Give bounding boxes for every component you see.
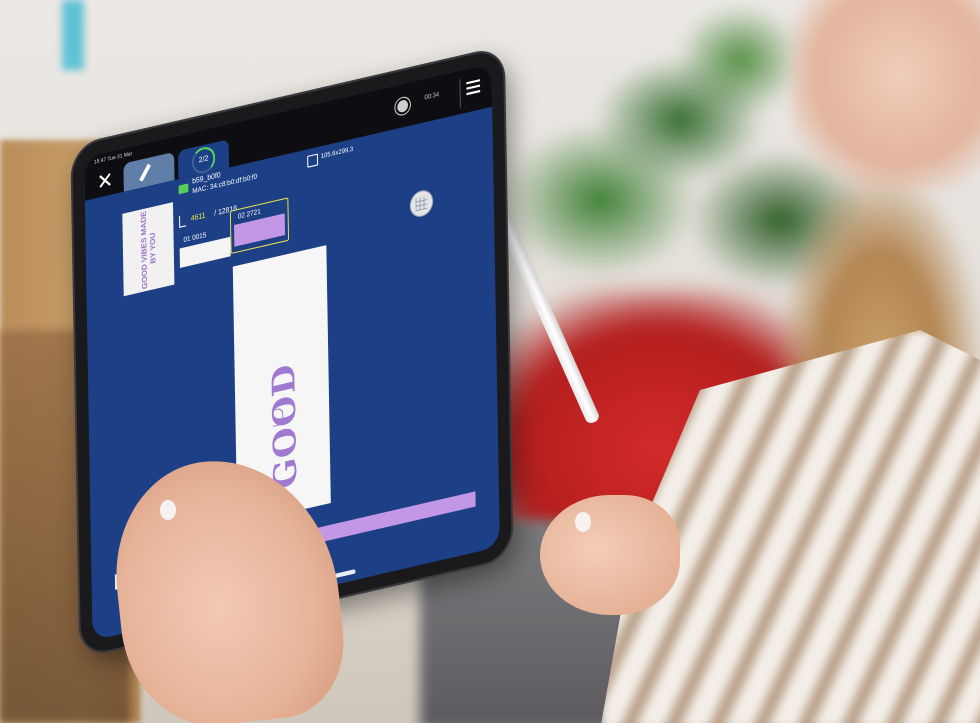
progress-ring-icon: 2/2 — [191, 144, 216, 176]
counter-current: 4611 — [190, 212, 206, 224]
tab-edit[interactable] — [123, 151, 175, 192]
pencil-icon — [139, 163, 152, 182]
size-icon — [307, 153, 319, 168]
counter-icon — [179, 214, 187, 228]
close-icon: ✕ — [96, 168, 114, 196]
tab-progress[interactable]: 2/2 — [177, 139, 230, 180]
menu-icon[interactable] — [466, 79, 481, 98]
right-hand — [540, 495, 680, 615]
compass-icon[interactable] — [409, 187, 434, 220]
close-button[interactable]: ✕ — [94, 168, 116, 197]
network-label: 00:34 — [424, 91, 440, 102]
preview-text: GOOD VIBES MADE BY YOU — [138, 210, 158, 291]
print-text: GOOD — [264, 359, 305, 493]
right-fingernail — [575, 512, 591, 532]
left-thumbnail — [160, 500, 176, 520]
device-icon — [178, 183, 189, 195]
photo-scene: 15:47 Tue 31 Mar ✕ 2/2 00:34 b59_b0f0 MA… — [0, 0, 980, 723]
person-face — [790, 0, 980, 190]
network-icon[interactable] — [395, 96, 411, 116]
background-lamp — [62, 0, 84, 70]
design-preview[interactable]: GOOD VIBES MADE BY YOU — [122, 202, 175, 297]
print-size: 105.6x299.3 — [320, 146, 354, 161]
menu-divider — [459, 79, 461, 108]
